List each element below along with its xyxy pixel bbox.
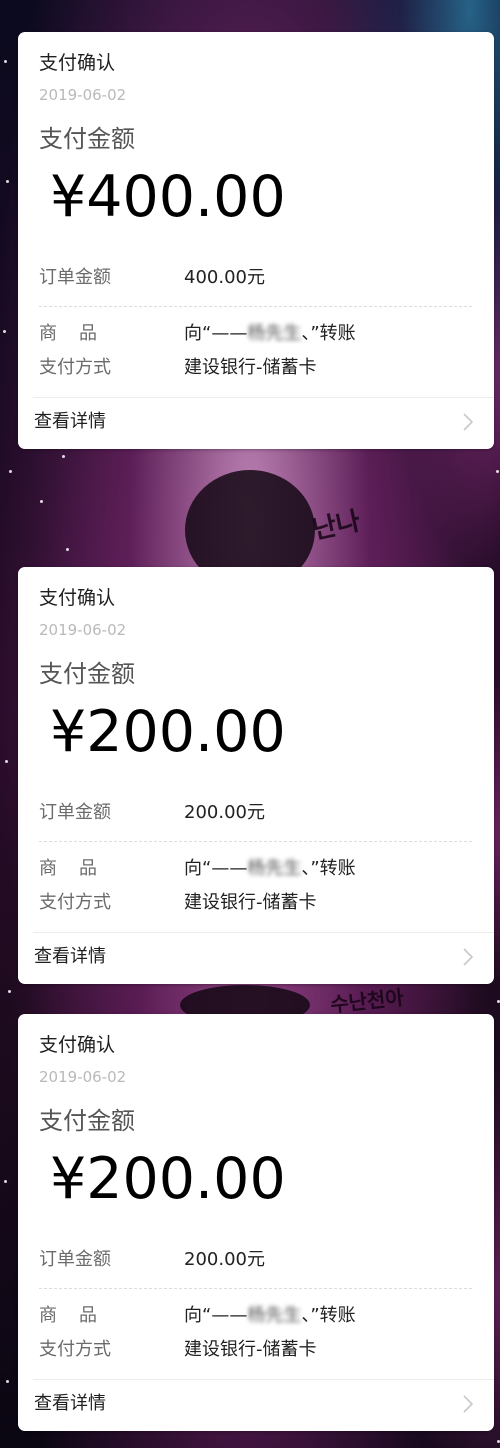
view-details-label: 查看详情	[34, 946, 106, 967]
goods-suffix: 、”转账	[301, 858, 356, 879]
amount-label: 支付金额	[39, 1107, 135, 1135]
amount-value: ¥400.00	[50, 164, 286, 230]
sparkle-dot	[66, 548, 69, 551]
view-details-row[interactable]: 查看详情	[18, 1379, 494, 1431]
sparkle-dot	[6, 1380, 9, 1383]
sparkle-dot	[62, 455, 65, 458]
payment-card: 支付确认 2019-06-02 支付金额 ¥200.00 订单金额 200.00…	[18, 567, 494, 984]
sparkle-dot	[6, 180, 9, 183]
payment-card: 支付确认 2019-06-02 支付金额 ¥400.00 订单金额 400.00…	[18, 32, 494, 449]
sparkle-dot	[4, 1180, 7, 1183]
order-amount-label: 订单金额	[39, 267, 111, 288]
order-amount-label: 订单金额	[39, 802, 111, 823]
redacted-name: 杨先生	[247, 323, 302, 344]
amount-label: 支付金额	[39, 660, 135, 688]
sparkle-dot	[8, 990, 11, 993]
view-details-row[interactable]: 查看详情	[18, 932, 494, 984]
order-amount-label: 订单金额	[39, 1249, 111, 1270]
divider	[39, 841, 472, 842]
payment-method-value: 建设银行-储蓄卡	[184, 892, 317, 913]
goods-prefix: 向“——	[184, 1305, 248, 1326]
sparkle-dot	[9, 470, 12, 473]
goods-value: 向“——杨先生、”转账	[184, 325, 356, 343]
redacted-name: 杨先生	[247, 858, 302, 879]
chevron-right-icon	[463, 1395, 474, 1413]
order-amount-value: 400.00元	[184, 267, 265, 288]
order-amount-value: 200.00元	[184, 802, 265, 823]
sparkle-dot	[496, 470, 499, 473]
sparkle-dot	[3, 330, 6, 333]
view-details-label: 查看详情	[34, 411, 106, 432]
goods-value: 向“——杨先生、”转账	[184, 1307, 356, 1325]
sparkle-dot	[5, 760, 8, 763]
order-amount-value: 200.00元	[184, 1249, 265, 1270]
payment-method-label: 支付方式	[39, 1339, 111, 1360]
payment-card: 支付确认 2019-06-02 支付金额 ¥200.00 订单金额 200.00…	[18, 1014, 494, 1431]
card-date: 2019-06-02	[39, 1068, 127, 1086]
payment-method-label: 支付方式	[39, 357, 111, 378]
amount-value: ¥200.00	[50, 1146, 286, 1212]
sparkle-dot	[4, 60, 7, 63]
goods-value: 向“——杨先生、”转账	[184, 860, 356, 878]
card-date: 2019-06-02	[39, 621, 127, 639]
card-title: 支付确认	[39, 52, 116, 74]
goods-label: 商品	[39, 858, 119, 879]
card-title: 支付确认	[39, 587, 116, 609]
card-date: 2019-06-02	[39, 86, 127, 104]
goods-suffix: 、”转账	[301, 323, 356, 344]
divider	[39, 306, 472, 307]
chevron-right-icon	[463, 948, 474, 966]
payment-method-value: 建设银行-储蓄卡	[184, 357, 317, 378]
redacted-name: 杨先生	[247, 1305, 302, 1326]
goods-label: 商品	[39, 1305, 119, 1326]
card-title: 支付确认	[39, 1034, 116, 1056]
divider	[39, 1288, 472, 1289]
amount-label: 支付金额	[39, 125, 135, 153]
goods-prefix: 向“——	[184, 323, 248, 344]
view-details-row[interactable]: 查看详情	[18, 397, 494, 449]
payment-method-value: 建设银行-储蓄卡	[184, 1339, 317, 1360]
payment-method-label: 支付方式	[39, 892, 111, 913]
goods-prefix: 向“——	[184, 858, 248, 879]
chevron-right-icon	[463, 413, 474, 431]
goods-label: 商品	[39, 323, 119, 344]
goods-suffix: 、”转账	[301, 1305, 356, 1326]
sparkle-dot	[40, 500, 43, 503]
amount-value: ¥200.00	[50, 699, 286, 765]
view-details-label: 查看详情	[34, 1393, 106, 1414]
